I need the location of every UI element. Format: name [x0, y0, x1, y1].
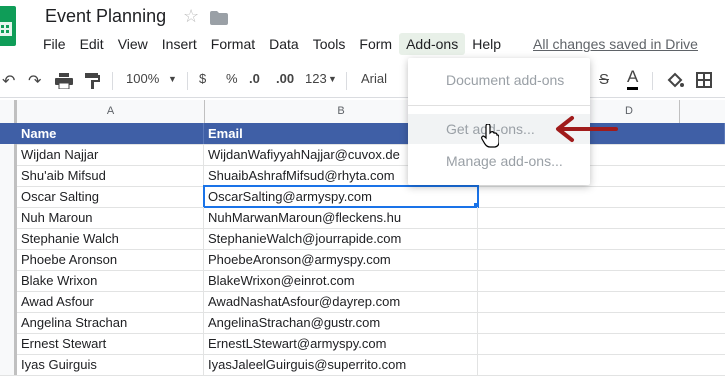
- menu-view[interactable]: View: [111, 33, 155, 55]
- name-cell[interactable]: Angelina Strachan: [17, 312, 204, 333]
- toolbar: ↶ ↷ 100% ▼ $ % .0 .00 123 ▼ Arial S A: [0, 63, 725, 98]
- table-row: Awad Asfour AwadNashatAsfour@dayrep.com: [0, 291, 725, 313]
- more-formats-chevron-down-icon[interactable]: ▼: [328, 74, 337, 84]
- star-icon[interactable]: ☆: [183, 6, 199, 27]
- menu-form[interactable]: Form: [352, 33, 399, 55]
- row-number[interactable]: [0, 333, 17, 354]
- email-cell[interactable]: AwadNashatAsfour@dayrep.com: [204, 291, 478, 312]
- menu-divider: [408, 105, 590, 106]
- name-cell[interactable]: Awad Asfour: [17, 291, 204, 312]
- menu-file[interactable]: File: [36, 33, 73, 55]
- row-number[interactable]: [0, 207, 17, 228]
- email-cell[interactable]: BlakeWrixon@einrot.com: [204, 270, 478, 291]
- strikethrough-icon[interactable]: S: [599, 71, 609, 88]
- row-number[interactable]: [0, 228, 17, 249]
- percent-format-button[interactable]: %: [226, 71, 238, 86]
- increase-decimal-button[interactable]: .00: [276, 71, 294, 86]
- table-row: Oscar Salting OscarSalting@armyspy.com: [0, 185, 725, 208]
- row-number[interactable]: [0, 354, 17, 375]
- annotation-arrow-icon: [556, 116, 618, 142]
- table-row: Nuh Maroun NuhMarwanMaroun@fleckens.hu: [0, 207, 725, 229]
- print-icon[interactable]: [55, 73, 73, 89]
- zoom-select[interactable]: 100%: [126, 71, 159, 86]
- name-cell[interactable]: Iyas Guirguis: [17, 354, 204, 375]
- row-number[interactable]: [0, 270, 17, 291]
- name-cell[interactable]: Nuh Maroun: [17, 207, 204, 228]
- hand-cursor-icon: [481, 124, 499, 148]
- menu-bar: File Edit View Insert Format Data Tools …: [36, 32, 508, 56]
- menu-data[interactable]: Data: [262, 33, 306, 55]
- more-formats-button[interactable]: 123: [305, 71, 327, 86]
- paint-format-icon[interactable]: [85, 73, 101, 89]
- menu-item-document-add-ons[interactable]: Document add-ons: [408, 65, 590, 95]
- menu-help[interactable]: Help: [465, 33, 508, 55]
- name-cell[interactable]: Oscar Salting: [17, 186, 204, 207]
- select-all-corner[interactable]: [0, 100, 17, 123]
- table-row: Wijdan Najjar WijdanWafiyyahNajjar@cuvox.…: [0, 144, 725, 166]
- save-status-link[interactable]: All changes saved in Drive: [533, 36, 698, 52]
- menu-format[interactable]: Format: [204, 33, 262, 55]
- row-number[interactable]: [0, 165, 17, 186]
- table-row: Shu'aib Mifsud ShuaibAshrafMifsud@rhyta.c…: [0, 165, 725, 187]
- email-cell[interactable]: PhoebeAronson@armyspy.com: [204, 249, 478, 270]
- menu-tools[interactable]: Tools: [306, 33, 353, 55]
- name-cell[interactable]: Stephanie Walch: [17, 228, 204, 249]
- sheets-logo-icon[interactable]: [0, 6, 16, 50]
- menu-add-ons[interactable]: Add-ons: [399, 33, 466, 55]
- name-cell[interactable]: Shu'aib Mifsud: [17, 165, 204, 186]
- column-header-a[interactable]: A: [17, 100, 205, 123]
- folder-icon[interactable]: [210, 11, 228, 25]
- email-cell[interactable]: AngelinaStrachan@gustr.com: [204, 312, 478, 333]
- row-number[interactable]: [0, 144, 17, 165]
- document-title[interactable]: Event Planning: [45, 6, 166, 27]
- email-cell[interactable]: NuhMarwanMaroun@fleckens.hu: [204, 207, 478, 228]
- row-number[interactable]: [0, 312, 17, 333]
- fill-color-icon[interactable]: [666, 72, 684, 90]
- email-cell[interactable]: StephanieWalch@jourrapide.com: [204, 228, 478, 249]
- zoom-chevron-down-icon[interactable]: ▼: [168, 74, 177, 84]
- text-color-icon[interactable]: A: [627, 67, 639, 90]
- menu-insert[interactable]: Insert: [155, 33, 204, 55]
- name-cell[interactable]: Blake Wrixon: [17, 270, 204, 291]
- email-cell[interactable]: ErnestLStewart@armyspy.com: [204, 333, 478, 354]
- table-row: Blake Wrixon BlakeWrixon@einrot.com: [0, 270, 725, 292]
- decrease-decimal-button[interactable]: .0: [249, 71, 260, 86]
- row-number[interactable]: [0, 186, 17, 207]
- currency-format-button[interactable]: $: [199, 71, 206, 86]
- email-cell[interactable]: IyasJaleelGuirguis@superrito.com: [204, 354, 478, 375]
- header-cell-name[interactable]: Name: [17, 123, 204, 144]
- menu-item-manage-add-ons[interactable]: Manage add-ons...: [408, 146, 590, 176]
- selected-email-cell[interactable]: OscarSalting@armyspy.com: [203, 185, 479, 208]
- menu-edit[interactable]: Edit: [73, 33, 111, 55]
- row-number[interactable]: [0, 291, 17, 312]
- table-row: Stephanie Walch StephanieWalch@jourrapide…: [0, 228, 725, 250]
- table-row: Iyas Guirguis IyasJaleelGuirguis@superrit…: [0, 354, 725, 376]
- table-row: Ernest Stewart ErnestLStewart@armyspy.com: [0, 333, 725, 355]
- table-row: Angelina Strachan AngelinaStrachan@gustr.…: [0, 312, 725, 334]
- name-cell[interactable]: Ernest Stewart: [17, 333, 204, 354]
- font-family-select[interactable]: Arial: [361, 71, 387, 86]
- name-cell[interactable]: Wijdan Najjar: [17, 144, 204, 165]
- row-number[interactable]: [0, 249, 17, 270]
- table-row: Phoebe Aronson PhoebeAronson@armyspy.com: [0, 249, 725, 271]
- borders-icon[interactable]: [696, 72, 712, 88]
- undo-icon[interactable]: ↶: [2, 71, 15, 91]
- name-cell[interactable]: Phoebe Aronson: [17, 249, 204, 270]
- redo-icon[interactable]: ↷: [28, 71, 41, 91]
